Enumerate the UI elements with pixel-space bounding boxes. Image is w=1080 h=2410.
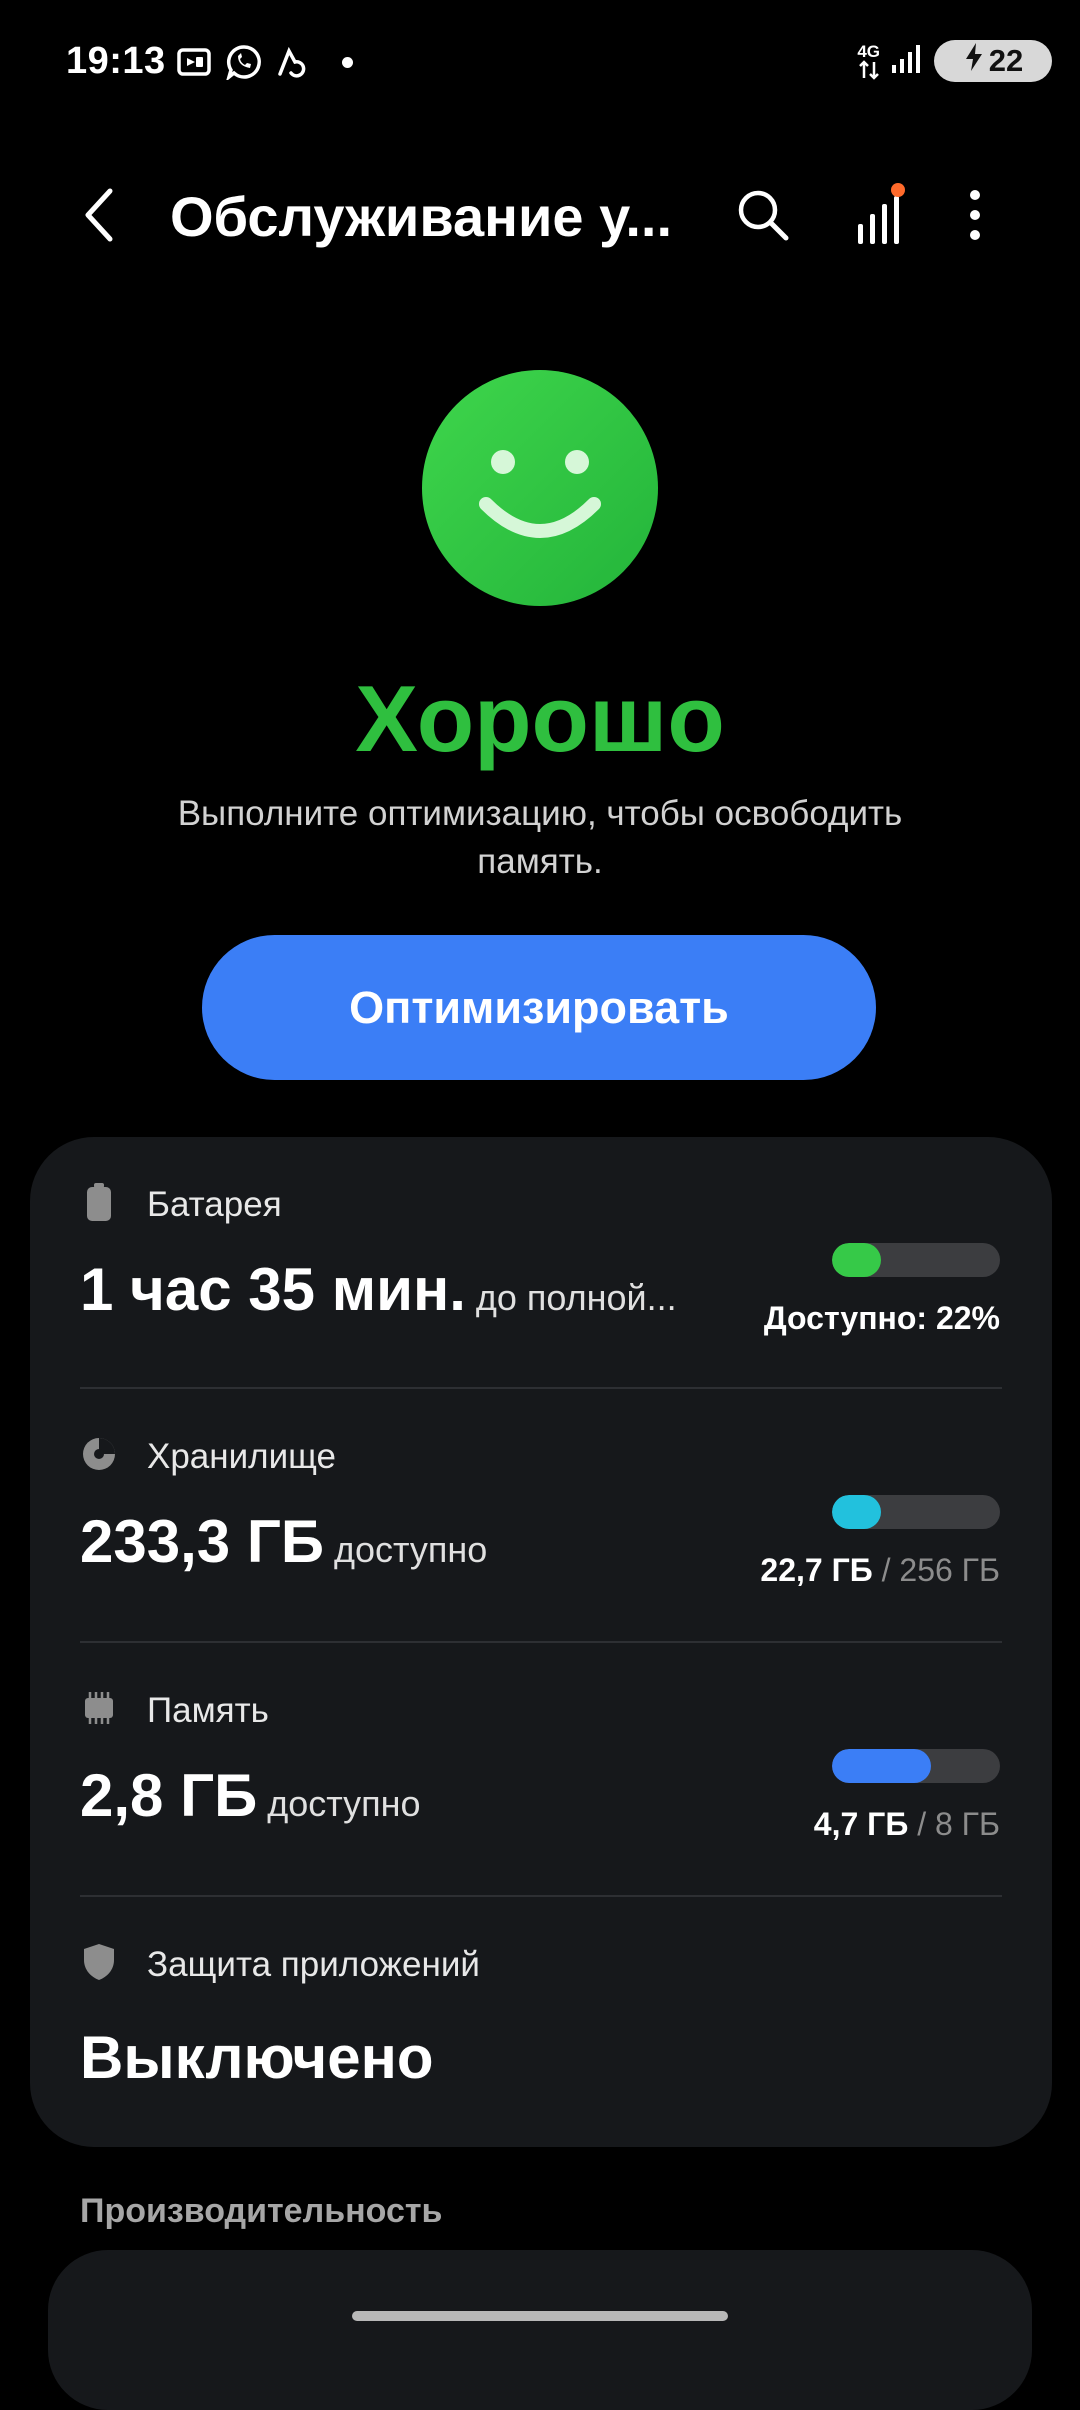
memory-label: Память <box>147 1691 269 1730</box>
notification-badge <box>891 183 905 197</box>
network-type: 4G <box>857 41 880 61</box>
storage-pie-icon <box>80 1435 118 1473</box>
status-description: Выполните оптимизацию, чтобы освободить … <box>177 794 903 881</box>
memory-section[interactable]: Память 2,8 ГБ доступно 4,7 ГБ / 8 ГБ <box>30 1643 1052 1895</box>
battery-icon <box>80 1183 118 1221</box>
navigation-gesture-handle[interactable] <box>352 2311 728 2321</box>
more-options-button[interactable] <box>950 182 1000 248</box>
memory-available-value: 2,8 ГБ <box>80 1762 258 1829</box>
memory-total: / 8 ГБ <box>917 1806 1000 1842</box>
charging-bolt-icon <box>963 42 985 80</box>
bar-chart-icon <box>858 183 905 244</box>
stats-button[interactable] <box>845 182 911 248</box>
notification-dot <box>342 56 353 68</box>
memory-used: 4,7 ГБ <box>813 1806 909 1842</box>
battery-section[interactable]: Батарея 1 час 35 мин. до полной... Доступ… <box>30 1137 1052 1387</box>
battery-level: 22 <box>988 43 1024 78</box>
back-arrow-icon <box>85 188 113 242</box>
storage-value-line: 233,3 ГБ доступно <box>80 1507 487 1576</box>
app-protection-value-line: Выключено <box>80 2023 434 2092</box>
shield-icon <box>80 1943 118 1981</box>
battery-progress-bar <box>832 1243 1000 1277</box>
performance-card[interactable] <box>48 2250 1032 2410</box>
mobile-data-icon: 4G <box>857 43 880 80</box>
optimize-button[interactable]: Оптимизировать <box>202 935 876 1080</box>
performance-section-heading: Производительность <box>80 2192 443 2230</box>
app-protection-status: Выключено <box>80 2024 434 2091</box>
device-care-card: Батарея 1 час 35 мин. до полной... Доступ… <box>30 1137 1052 2147</box>
whatsapp-icon <box>226 44 262 80</box>
storage-usage-text: 22,7 ГБ / 256 ГБ <box>760 1552 1000 1589</box>
battery-label: Батарея <box>147 1185 282 1224</box>
notification-icons <box>176 44 353 80</box>
status-bar: 19:13 4G 22 <box>0 0 1080 130</box>
storage-used: 22,7 ГБ <box>760 1552 873 1588</box>
storage-progress-fill <box>832 1495 882 1529</box>
search-icon <box>738 190 789 241</box>
smiley-face-icon <box>420 368 660 608</box>
memory-usage-text: 4,7 ГБ / 8 ГБ <box>814 1806 1000 1843</box>
screen-recorder-icon <box>176 46 212 78</box>
app-bar: Обслуживание у... <box>0 170 1080 260</box>
status-time: 19:13 <box>66 40 166 82</box>
back-button[interactable] <box>70 182 130 248</box>
app-protection-label: Защита приложений <box>147 1945 480 1984</box>
battery-value-line: 1 час 35 мин. до полной... <box>80 1255 677 1324</box>
search-button[interactable] <box>730 182 796 248</box>
storage-available-suffix: доступно <box>333 1529 488 1570</box>
battery-progress-fill <box>832 1243 882 1277</box>
storage-available-value: 233,3 ГБ <box>80 1508 324 1575</box>
memory-value-line: 2,8 ГБ доступно <box>80 1761 421 1830</box>
storage-section[interactable]: Хранилище 233,3 ГБ доступно 22,7 ГБ / 256… <box>30 1389 1052 1641</box>
battery-time-suffix: до полной... <box>475 1277 677 1318</box>
more-vertical-icon <box>970 190 980 240</box>
device-status-heading: Хорошо <box>355 666 725 771</box>
app-protection-section[interactable]: Защита приложений Выключено <box>30 1897 1052 2147</box>
battery-indicator: 22 <box>934 40 1052 82</box>
memory-available-suffix: доступно <box>267 1783 421 1824</box>
page-title: Обслуживание у... <box>170 185 673 248</box>
battery-time-value: 1 час 35 мин. <box>80 1256 466 1323</box>
signal-strength-icon <box>890 43 924 80</box>
system-icons: 4G 22 <box>857 40 1052 82</box>
storage-total: / 256 ГБ <box>881 1552 1000 1588</box>
app-notification-icon <box>276 46 306 78</box>
storage-progress-bar <box>832 1495 1000 1529</box>
memory-progress-fill <box>832 1749 932 1783</box>
memory-chip-icon <box>80 1689 118 1727</box>
memory-progress-bar <box>832 1749 1000 1783</box>
storage-label: Хранилище <box>147 1437 336 1476</box>
battery-available-text: Доступно: 22% <box>763 1300 1000 1336</box>
